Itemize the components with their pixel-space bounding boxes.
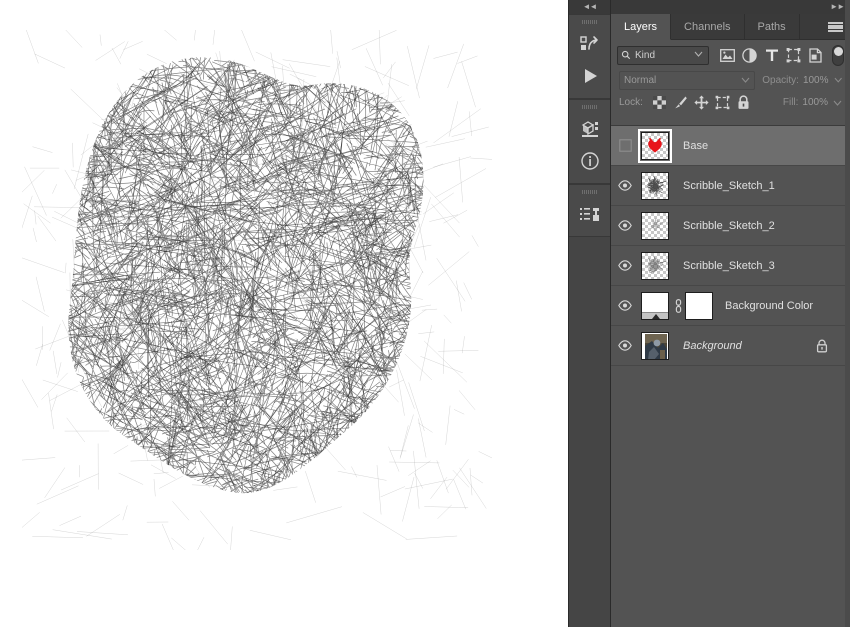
eye-hidden-icon: [618, 139, 632, 152]
fill-group: Fill: 100%: [776, 97, 842, 108]
layer-name: Background: [683, 339, 742, 352]
dock-grip[interactable]: [582, 190, 597, 194]
filter-kind-select[interactable]: Kind: [617, 45, 709, 65]
properties-icon[interactable]: [569, 113, 610, 145]
double-chevron-right-icon[interactable]: ►►: [830, 3, 845, 11]
panel-tabs: Layers Channels Paths: [611, 14, 850, 40]
search-icon: [621, 50, 631, 60]
thumb-shape: [648, 137, 662, 152]
blend-mode-row: Normal Opacity: 100%: [611, 67, 850, 91]
eye-icon: [618, 340, 632, 351]
dock-group-history: [569, 14, 610, 99]
filter-type-icons: [717, 45, 827, 65]
layer-name: Base: [683, 139, 709, 152]
panel-right-edge: [845, 0, 850, 627]
layer-lock-icon: [816, 339, 828, 358]
chevron-down-icon: [741, 77, 750, 83]
dock-grip[interactable]: [582, 20, 597, 24]
layer-visibility-toggle[interactable]: [611, 326, 639, 365]
filter-type-icon[interactable]: [761, 45, 783, 65]
opacity-label: Opacity:: [762, 74, 799, 86]
lock-position-icon[interactable]: [691, 94, 712, 112]
chevron-down-icon[interactable]: [834, 77, 842, 83]
thumb-scribble: [647, 175, 667, 196]
chevron-down-icon[interactable]: [833, 100, 842, 106]
layer-row[interactable]: Scribble_Sketch_2: [611, 206, 850, 246]
layer-mask-thumbnail[interactable]: [685, 291, 713, 320]
filter-smart-object-icon[interactable]: [805, 45, 827, 65]
dock-header: ◄◄: [569, 0, 610, 14]
opacity-value[interactable]: 100%: [803, 75, 829, 86]
filter-kind-label: Kind: [635, 49, 656, 61]
lock-artboard-icon[interactable]: [712, 94, 733, 112]
fill-label: Fill:: [782, 97, 799, 108]
lock-row: Lock: Fill: 100%: [611, 91, 850, 114]
layer-list[interactable]: Base Scribble_Sketch_1 Scribble_Sketch_2…: [611, 125, 850, 627]
eye-icon: [618, 300, 632, 311]
eye-icon: [618, 260, 632, 271]
blend-mode-select[interactable]: Normal: [619, 70, 756, 90]
tab-layers[interactable]: Layers: [611, 14, 672, 40]
filter-enable-toggle[interactable]: [831, 44, 844, 66]
layer-visibility-toggle-off[interactable]: [611, 126, 639, 165]
tab-channels-label: Channels: [684, 20, 731, 33]
layer-thumbnail[interactable]: [638, 128, 672, 163]
layers-panel: ►► Layers Channels Paths Kind Normal Opa…: [611, 0, 850, 627]
lock-all-icon[interactable]: [733, 94, 754, 112]
thumb-photo: [645, 333, 667, 359]
canvas-area[interactable]: [0, 0, 568, 627]
panel-header: ►►: [611, 0, 850, 14]
layer-row[interactable]: Scribble_Sketch_1: [611, 166, 850, 206]
layer-row[interactable]: Background: [611, 326, 850, 366]
hamburger-menu-icon[interactable]: [828, 22, 843, 32]
filter-shape-icon[interactable]: [783, 45, 805, 65]
dock-grip[interactable]: [582, 105, 597, 109]
layer-name: Scribble_Sketch_3: [683, 259, 775, 272]
layer-visibility-toggle[interactable]: [611, 166, 639, 205]
scribble-sketch-artwork: [22, 30, 492, 550]
layer-thumbnail[interactable]: [639, 170, 671, 202]
lock-paint-icon[interactable]: [670, 94, 691, 112]
tab-paths[interactable]: Paths: [744, 14, 800, 39]
history-icon[interactable]: [569, 28, 610, 60]
thumb-scribble: [650, 217, 665, 231]
tab-paths-label: Paths: [757, 20, 786, 33]
layer-visibility-toggle[interactable]: [611, 246, 639, 285]
dock-group-properties: [569, 99, 610, 184]
fill-value[interactable]: 100%: [802, 97, 828, 108]
thumb-gradient-marker: [652, 313, 660, 319]
layer-name: Background Color: [725, 299, 814, 312]
left-icon-dock: ◄◄: [569, 0, 610, 627]
layer-visibility-toggle[interactable]: [611, 206, 639, 245]
lock-label: Lock:: [619, 97, 643, 108]
info-icon[interactable]: [569, 145, 610, 177]
chevron-down-icon: [694, 51, 703, 57]
layer-row[interactable]: Scribble_Sketch_3: [611, 246, 850, 286]
lock-transparency-icon[interactable]: [649, 94, 670, 112]
filter-pixel-icon[interactable]: [717, 45, 739, 65]
layer-row[interactable]: Base: [611, 126, 850, 166]
blend-mode-value: Normal: [624, 74, 657, 86]
layer-name: Scribble_Sketch_2: [683, 219, 775, 232]
tab-channels[interactable]: Channels: [671, 14, 745, 39]
layer-filter-row: Kind: [611, 40, 850, 67]
eye-icon: [618, 220, 632, 231]
clone-source-icon[interactable]: [569, 198, 610, 230]
filter-adjustment-icon[interactable]: [739, 45, 761, 65]
layer-thumbnail[interactable]: [639, 330, 671, 362]
layer-visibility-toggle[interactable]: [611, 286, 639, 325]
layer-thumbnail[interactable]: [639, 250, 671, 282]
eye-icon: [618, 180, 632, 191]
play-icon[interactable]: [569, 60, 610, 92]
layer-thumbnail[interactable]: [639, 290, 671, 322]
link-mask-icon[interactable]: [671, 298, 685, 313]
tab-layers-label: Layers: [624, 20, 658, 33]
layer-row[interactable]: Background Color: [611, 286, 850, 326]
double-chevron-left-icon[interactable]: ◄◄: [583, 3, 598, 11]
dock-group-clone: [569, 184, 610, 237]
thumb-scribble: [647, 255, 667, 273]
photoshop-window: ◄◄ ►► Layers Channels Paths Kind Normal …: [0, 0, 850, 627]
layer-thumbnail[interactable]: [639, 210, 671, 242]
layer-name: Scribble_Sketch_1: [683, 179, 775, 192]
